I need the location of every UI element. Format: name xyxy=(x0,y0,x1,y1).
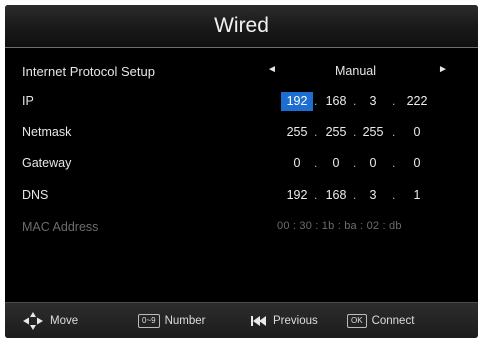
mac-address-row: MAC Address 00 : 30 : 1b : ba : 02 : db xyxy=(5,217,478,239)
number-hint-label: Number xyxy=(164,315,206,327)
skip-previous-icon xyxy=(250,315,268,327)
dns-label: DNS xyxy=(22,188,49,202)
mac-address-value: 00 : 30 : 1b : ba : 02 : db xyxy=(277,220,402,232)
page-title: Wired xyxy=(214,14,269,37)
ip-row: IP 192 . 168 . 3 . 222 xyxy=(5,91,478,113)
gateway-separator: . xyxy=(314,156,318,170)
number-key-icon: 0~9 xyxy=(138,314,160,328)
ip-octet-4[interactable]: 222 xyxy=(402,92,432,111)
netmask-octet-3[interactable]: 255 xyxy=(360,123,386,142)
previous-hint-label: Previous xyxy=(273,315,318,327)
netmask-octet-4[interactable]: 0 xyxy=(402,123,432,142)
dns-separator: . xyxy=(392,188,396,202)
title-bar: Wired xyxy=(5,5,478,48)
left-arrow-icon[interactable]: ◄ xyxy=(267,64,277,75)
netmask-separator: . xyxy=(353,125,357,139)
dns-separator: . xyxy=(353,188,357,202)
ip-separator: . xyxy=(353,94,357,108)
netmask-row: Netmask 255 . 255 . 255 . 0 xyxy=(5,122,478,144)
number-key-label: 0~9 xyxy=(138,314,160,328)
gateway-octet-1[interactable]: 0 xyxy=(281,154,313,173)
protocol-setup-label: Internet Protocol Setup xyxy=(22,64,155,79)
netmask-octet-2[interactable]: 255 xyxy=(321,123,351,142)
ok-key-icon: OK xyxy=(347,314,367,328)
ip-octet-3[interactable]: 3 xyxy=(360,92,386,111)
number-hint: 0~9 Number xyxy=(138,303,205,338)
netmask-label: Netmask xyxy=(22,125,72,139)
ok-key-label: OK xyxy=(347,314,367,328)
mac-address-label: MAC Address xyxy=(22,220,99,234)
wired-settings-screen: Wired Internet Protocol Setup ◄ Manual ►… xyxy=(5,5,478,338)
gateway-row: Gateway 0 . 0 . 0 . 0 xyxy=(5,153,478,175)
protocol-mode-value[interactable]: Manual xyxy=(335,64,376,78)
right-arrow-icon[interactable]: ► xyxy=(438,64,448,75)
netmask-octet-1[interactable]: 255 xyxy=(281,123,313,142)
connect-hint-label: Connect xyxy=(371,315,415,327)
dns-octet-1[interactable]: 192 xyxy=(281,186,313,205)
gateway-octet-3[interactable]: 0 xyxy=(360,154,386,173)
netmask-separator: . xyxy=(392,125,396,139)
ip-separator: . xyxy=(392,94,396,108)
gateway-octet-4[interactable]: 0 xyxy=(402,154,432,173)
gateway-separator: . xyxy=(353,156,357,170)
move-hint-label: Move xyxy=(50,315,79,327)
four-way-arrow-icon xyxy=(21,311,45,331)
connect-hint: OK Connect xyxy=(347,303,414,338)
ip-label: IP xyxy=(22,94,34,108)
netmask-separator: . xyxy=(314,125,318,139)
footer-hint-bar: Move 0~9 Number Previous OK Connect xyxy=(5,302,478,338)
ip-octet-2[interactable]: 168 xyxy=(321,92,351,111)
ip-separator: . xyxy=(314,94,318,108)
dns-octet-2[interactable]: 168 xyxy=(321,186,351,205)
gateway-separator: . xyxy=(392,156,396,170)
move-hint: Move xyxy=(21,303,78,338)
dns-separator: . xyxy=(314,188,318,202)
previous-hint: Previous xyxy=(250,303,318,338)
dns-row: DNS 192 . 168 . 3 . 1 xyxy=(5,185,478,207)
dns-octet-3[interactable]: 3 xyxy=(360,186,386,205)
protocol-setup-row[interactable]: Internet Protocol Setup ◄ Manual ► xyxy=(5,61,478,83)
dns-octet-4[interactable]: 1 xyxy=(402,186,432,205)
gateway-label: Gateway xyxy=(22,156,72,170)
ip-octet-1[interactable]: 192 xyxy=(281,92,313,111)
gateway-octet-2[interactable]: 0 xyxy=(321,154,351,173)
